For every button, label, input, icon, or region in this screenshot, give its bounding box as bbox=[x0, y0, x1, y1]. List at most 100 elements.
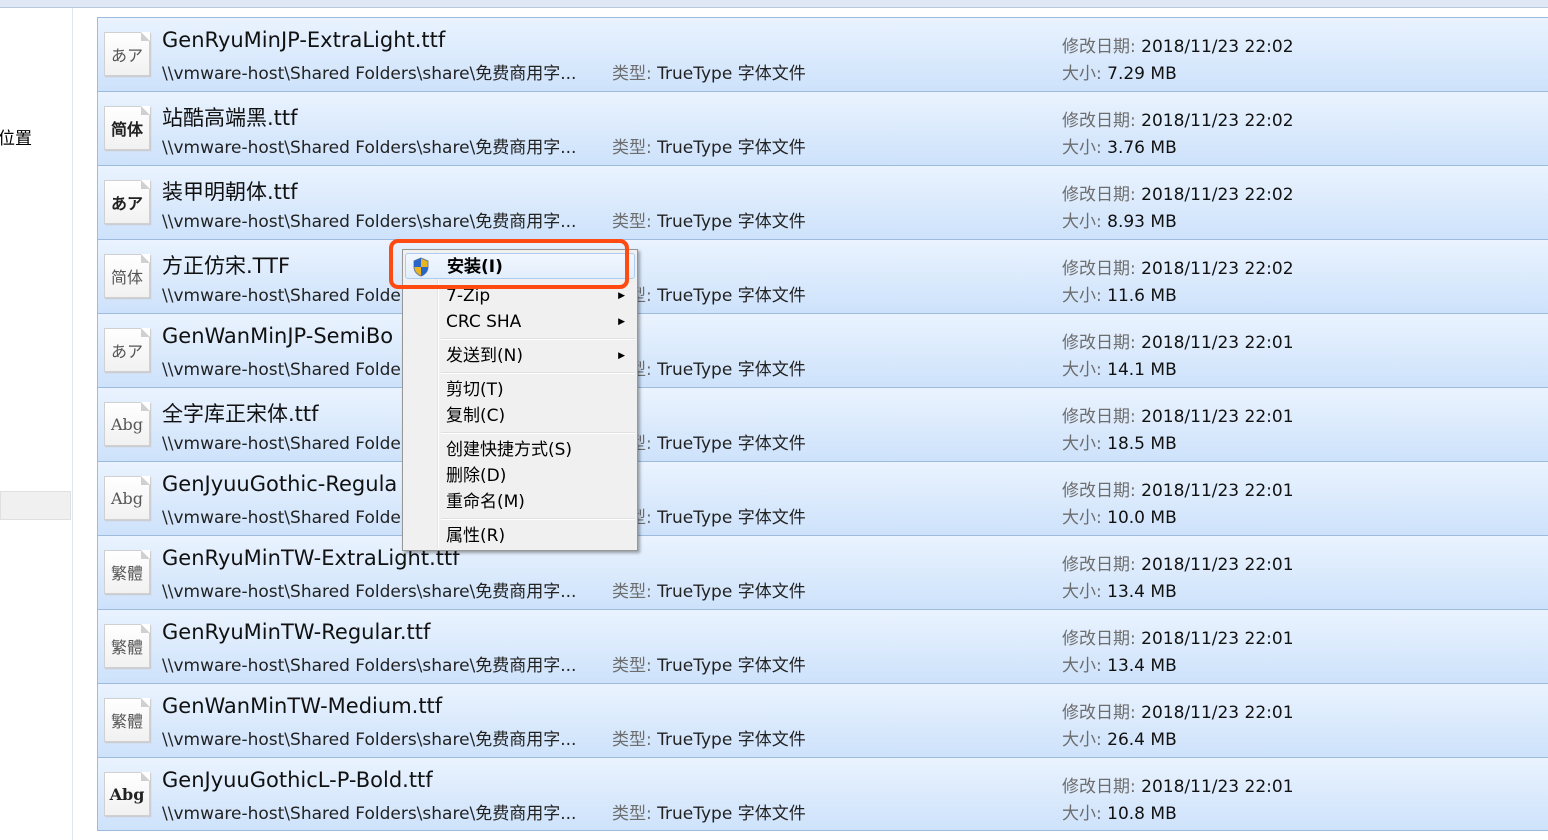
font-preview-glyphs: 简体 bbox=[110, 268, 143, 287]
size-value: 8.93 MB bbox=[1107, 212, 1177, 232]
file-name: GenJyuuGothicL-P-Bold.ttf bbox=[162, 768, 433, 792]
file-name: GenRyuMinJP-ExtraLight.ttf bbox=[162, 28, 446, 52]
file-modified: 修改日期: 2018/11/23 22:02 bbox=[1062, 32, 1294, 57]
file-row[interactable]: Abg 全字库正宋体.ttf \\vmware-host\Shared Fold… bbox=[97, 387, 1548, 461]
file-row[interactable]: 繁體 GenRyuMinTW-ExtraLight.ttf \\vmware-h… bbox=[97, 535, 1548, 609]
menu-item-create-shortcut[interactable]: 创建快捷方式(S) bbox=[405, 437, 635, 463]
menu-item-crc-sha[interactable]: CRC SHA ▶ bbox=[405, 309, 635, 335]
type-label: 类型: bbox=[612, 138, 652, 158]
file-type: 类型: TrueType 字体文件 bbox=[612, 651, 806, 676]
menu-separator bbox=[441, 338, 635, 340]
modified-value: 2018/11/23 22:01 bbox=[1141, 777, 1294, 797]
navigation-pane: 位置 bbox=[0, 8, 73, 840]
file-size: 大小: 8.93 MB bbox=[1062, 207, 1177, 232]
menu-separator bbox=[441, 372, 635, 374]
file-type: 类型: TrueType 字体文件 bbox=[612, 577, 806, 602]
file-name: 装甲明朝体.ttf bbox=[162, 180, 298, 204]
modified-value: 2018/11/23 22:02 bbox=[1141, 111, 1294, 131]
size-label: 大小: bbox=[1062, 656, 1102, 676]
font-file-icon: あア bbox=[104, 180, 150, 224]
file-row[interactable]: 繁體 GenWanMinTW-Medium.ttf \\vmware-host\… bbox=[97, 683, 1548, 757]
size-value: 13.4 MB bbox=[1107, 582, 1177, 602]
font-preview-glyphs: 繁體 bbox=[110, 564, 143, 583]
file-type: 类型: TrueType 字体文件 bbox=[612, 799, 806, 824]
context-menu: 安装(I) 7-Zip ▶ CRC SHA ▶ 发送到(N) ▶ 剪切(T) 复制(C… bbox=[402, 249, 638, 551]
file-size: 大小: 7.29 MB bbox=[1062, 59, 1177, 84]
file-size: 大小: 11.6 MB bbox=[1062, 281, 1177, 306]
menu-item-properties[interactable]: 属性(R) bbox=[405, 523, 635, 549]
menu-item-copy[interactable]: 复制(C) bbox=[405, 403, 635, 429]
sidebar-location-label[interactable]: 位置 bbox=[0, 124, 32, 149]
type-value: TrueType 字体文件 bbox=[657, 656, 806, 676]
modified-label: 修改日期: bbox=[1062, 259, 1136, 279]
file-modified: 修改日期: 2018/11/23 22:01 bbox=[1062, 476, 1294, 501]
font-file-icon: あア bbox=[104, 32, 150, 76]
modified-value: 2018/11/23 22:01 bbox=[1141, 629, 1294, 649]
submenu-arrow-icon: ▶ bbox=[618, 351, 625, 361]
menu-item-send-to[interactable]: 发送到(N) ▶ bbox=[405, 343, 635, 369]
file-row[interactable]: 简体 站酷高端黑.ttf \\vmware-host\Shared Folder… bbox=[97, 91, 1548, 165]
menu-item-label: CRC SHA bbox=[446, 312, 522, 332]
file-type: 类型: TrueType 字体文件 bbox=[612, 59, 806, 84]
sidebar-selected-item[interactable] bbox=[0, 491, 71, 520]
type-value: TrueType 字体文件 bbox=[657, 582, 806, 602]
size-value: 10.0 MB bbox=[1107, 508, 1177, 528]
modified-value: 2018/11/23 22:01 bbox=[1141, 407, 1294, 427]
file-modified: 修改日期: 2018/11/23 22:01 bbox=[1062, 402, 1294, 427]
file-row[interactable]: Abg GenJyuuGothic-Regula \\vmware-host\S… bbox=[97, 461, 1548, 535]
modified-value: 2018/11/23 22:02 bbox=[1141, 259, 1294, 279]
file-type: 类型: TrueType 字体文件 bbox=[612, 355, 806, 380]
font-preview-glyphs: あア bbox=[110, 194, 143, 213]
file-list: あア GenRyuMinJP-ExtraLight.ttf \\vmware-h… bbox=[97, 17, 1548, 831]
menu-item-label: 属性(R) bbox=[446, 526, 506, 546]
file-type: 类型: TrueType 字体文件 bbox=[612, 207, 806, 232]
size-value: 7.29 MB bbox=[1107, 64, 1177, 84]
size-label: 大小: bbox=[1062, 434, 1102, 454]
font-preview-glyphs: あア bbox=[110, 342, 143, 361]
size-value: 18.5 MB bbox=[1107, 434, 1177, 454]
file-path: \\vmware-host\Shared Folders\share\免费商用字… bbox=[162, 730, 577, 750]
modified-label: 修改日期: bbox=[1062, 185, 1136, 205]
menu-item-label: 7-Zip bbox=[446, 286, 491, 306]
font-file-icon: 繁體 bbox=[104, 550, 150, 594]
size-value: 11.6 MB bbox=[1107, 286, 1177, 306]
file-path: \\vmware-host\Shared Folders\share\免费商用字… bbox=[162, 804, 577, 824]
font-file-icon: Abg bbox=[104, 402, 150, 446]
file-size: 大小: 26.4 MB bbox=[1062, 725, 1177, 750]
file-row[interactable]: あア GenWanMinJP-SemiBo \\vmware-host\Shar… bbox=[97, 313, 1548, 387]
menu-item-cut[interactable]: 剪切(T) bbox=[405, 377, 635, 403]
font-file-icon: 繁體 bbox=[104, 698, 150, 742]
modified-value: 2018/11/23 22:01 bbox=[1141, 481, 1294, 501]
file-row[interactable]: 简体 方正仿宋.TTF \\vmware-host\Shared Folders… bbox=[97, 239, 1548, 313]
size-label: 大小: bbox=[1062, 804, 1102, 824]
type-value: TrueType 字体文件 bbox=[657, 64, 806, 84]
modified-value: 2018/11/23 22:01 bbox=[1141, 333, 1294, 353]
file-size: 大小: 10.0 MB bbox=[1062, 503, 1177, 528]
modified-label: 修改日期: bbox=[1062, 333, 1136, 353]
file-type: 类型: TrueType 字体文件 bbox=[612, 281, 806, 306]
modified-value: 2018/11/23 22:01 bbox=[1141, 555, 1294, 575]
size-label: 大小: bbox=[1062, 730, 1102, 750]
file-row[interactable]: Abg GenJyuuGothicL-P-Bold.ttf \\vmware-h… bbox=[97, 757, 1548, 831]
file-name: GenJyuuGothic-Regula bbox=[162, 472, 398, 496]
font-preview-glyphs: 简体 bbox=[110, 120, 143, 139]
menu-item-label: 剪切(T) bbox=[446, 380, 504, 400]
font-file-icon: 繁體 bbox=[104, 624, 150, 668]
file-row[interactable]: あア 装甲明朝体.ttf \\vmware-host\Shared Folder… bbox=[97, 165, 1548, 239]
menu-item-label: 重命名(M) bbox=[446, 492, 525, 512]
size-label: 大小: bbox=[1062, 508, 1102, 528]
menu-item-rename[interactable]: 重命名(M) bbox=[405, 489, 635, 515]
file-path: \\vmware-host\Shared Folders\share\免费商用字… bbox=[162, 582, 577, 602]
menu-item-delete[interactable]: 删除(D) bbox=[405, 463, 635, 489]
modified-label: 修改日期: bbox=[1062, 111, 1136, 131]
size-value: 3.76 MB bbox=[1107, 138, 1177, 158]
file-path: \\vmware-host\Shared Folders\share\免费商用字… bbox=[162, 656, 577, 676]
modified-value: 2018/11/23 22:01 bbox=[1141, 703, 1294, 723]
file-row[interactable]: あア GenRyuMinJP-ExtraLight.ttf \\vmware-h… bbox=[97, 17, 1548, 91]
size-value: 10.8 MB bbox=[1107, 804, 1177, 824]
modified-value: 2018/11/23 22:02 bbox=[1141, 185, 1294, 205]
modified-value: 2018/11/23 22:02 bbox=[1141, 37, 1294, 57]
submenu-arrow-icon: ▶ bbox=[618, 317, 625, 327]
file-size: 大小: 13.4 MB bbox=[1062, 577, 1177, 602]
file-row[interactable]: 繁體 GenRyuMinTW-Regular.ttf \\vmware-host… bbox=[97, 609, 1548, 683]
